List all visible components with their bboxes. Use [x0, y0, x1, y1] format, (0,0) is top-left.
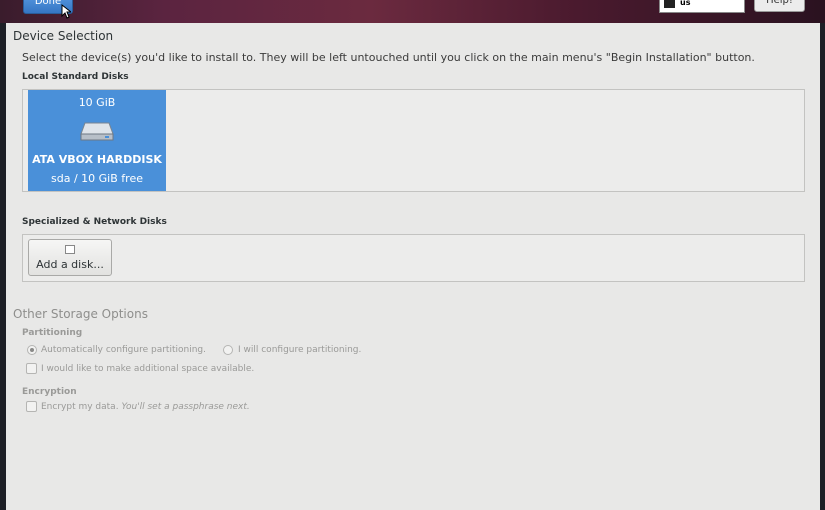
keyboard-icon	[664, 0, 675, 8]
partitioning-label: Partitioning	[22, 328, 83, 338]
additional-space-label: I would like to make additional space av…	[41, 364, 255, 374]
disk-size: 10 GiB	[78, 96, 116, 109]
harddisk-icon	[80, 122, 114, 141]
top-bar: Done us Help!	[0, 0, 825, 23]
other-storage-title: Other Storage Options	[13, 307, 148, 321]
encrypt-text: Encrypt my data.	[41, 402, 119, 412]
network-disks-label: Specialized & Network Disks	[22, 217, 167, 227]
add-disk-label: Add a disk...	[36, 258, 104, 271]
manual-partition-label: I will configure partitioning.	[238, 345, 362, 355]
keyboard-layout-indicator[interactable]: us	[659, 0, 745, 13]
keyboard-layout-label: us	[680, 0, 691, 7]
disk-name: ATA VBOX HARDDISK	[32, 153, 162, 166]
right-edge	[820, 23, 825, 510]
encrypt-note: You'll set a passphrase next.	[121, 402, 250, 412]
add-disk-button[interactable]: Add a disk...	[28, 239, 112, 276]
encryption-label: Encryption	[22, 387, 77, 397]
network-disks-panel	[22, 234, 805, 282]
device-selection-description: Select the device(s) you'd like to insta…	[22, 51, 755, 64]
local-disks-label: Local Standard Disks	[22, 72, 129, 82]
disk-details: sda / 10 GiB free	[51, 172, 143, 185]
auto-partition-radio[interactable]	[27, 345, 37, 355]
auto-partition-label: Automatically configure partitioning.	[41, 345, 206, 355]
encrypt-checkbox[interactable]	[26, 401, 37, 412]
disk-add-icon	[65, 245, 75, 254]
disk-sda[interactable]: 10 GiB ATA VBOX HARDDISK sda / 10 GiB fr…	[28, 90, 166, 191]
help-button[interactable]: Help!	[754, 0, 805, 12]
mouse-cursor-icon	[61, 4, 71, 19]
device-selection-title: Device Selection	[13, 29, 114, 43]
encrypt-label: Encrypt my data. You'll set a passphrase…	[41, 402, 250, 412]
additional-space-checkbox[interactable]	[26, 363, 37, 374]
manual-partition-radio[interactable]	[223, 345, 233, 355]
